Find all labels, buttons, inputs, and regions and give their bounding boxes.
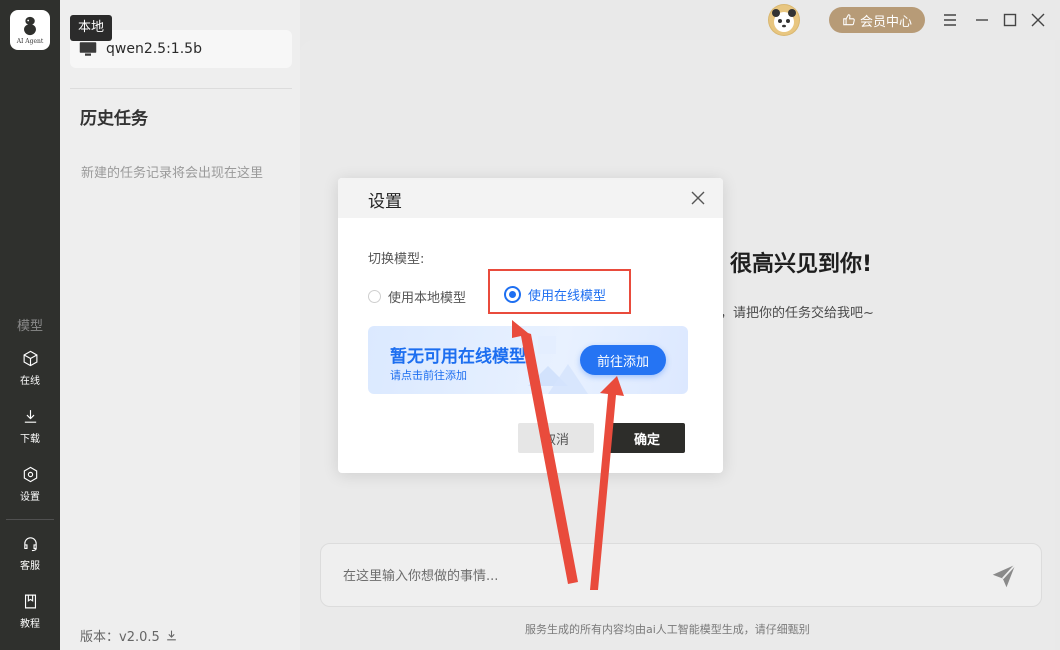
- local-tooltip: 本地: [70, 15, 113, 41]
- settings-dialog: 设置 切换模型: 使用本地模型 使用在线模型 暂无可用在线模型 请点击前往添加 …: [338, 178, 723, 473]
- send-icon[interactable]: [989, 561, 1019, 591]
- rail-item-label: 在线: [20, 375, 40, 387]
- app-logo: AI Agent: [10, 10, 50, 50]
- radio-local-model[interactable]: 使用本地模型: [368, 287, 466, 306]
- avatar[interactable]: [768, 4, 800, 36]
- hamburger-icon: [944, 14, 956, 26]
- rail-item-label: 教程: [20, 618, 40, 630]
- task-input-box: [320, 543, 1042, 607]
- rail-item-tutorial[interactable]: 教程: [0, 586, 60, 636]
- rail-item-support[interactable]: 客服: [0, 528, 60, 578]
- greeting-subtitle: 容，请把你的任务交给我吧~: [707, 306, 874, 321]
- minimize-icon: [976, 19, 988, 21]
- confirm-button[interactable]: 确定: [609, 423, 685, 453]
- dialog-header: 设置: [338, 178, 723, 218]
- minimize-button[interactable]: [972, 10, 992, 30]
- version-text: 版本：v2.0.5: [80, 630, 160, 645]
- task-input[interactable]: [341, 564, 945, 588]
- logo-text: AI Agent: [16, 38, 44, 45]
- close-icon: [1031, 13, 1045, 27]
- maximize-icon: [1003, 13, 1017, 27]
- cancel-button[interactable]: 取消: [518, 423, 594, 453]
- version-label[interactable]: 版本：v2.0.5: [80, 626, 178, 645]
- rail-item-settings[interactable]: 设置: [0, 459, 60, 509]
- radio-label: 使用本地模型: [388, 291, 467, 306]
- vip-center-button[interactable]: 会员中心: [829, 7, 925, 33]
- banner-subtitle: 请点击前往添加: [390, 369, 467, 382]
- monitor-icon: [79, 42, 97, 56]
- radio-button[interactable]: [368, 290, 381, 303]
- rail-item-label: 客服: [20, 560, 40, 572]
- rail-item-download[interactable]: 下载: [0, 401, 60, 451]
- book-icon: [24, 594, 36, 608]
- history-panel: qwen2.5:1.5b 历史任务 新建的任务记录将会出现在这里 版本：v2.0…: [60, 0, 300, 650]
- left-rail: AI Agent 模型 在线 下载 设置 客服 教程: [0, 0, 60, 650]
- rail-item-online[interactable]: 在线: [0, 343, 60, 393]
- history-empty-text: 新建的任务记录将会出现在这里: [81, 166, 264, 181]
- rail-item-label: 下载: [20, 433, 40, 445]
- close-icon[interactable]: [689, 189, 707, 207]
- rail-section-models: 模型: [16, 319, 43, 334]
- thumbs-up-icon: [843, 14, 855, 26]
- panel-divider: [70, 88, 292, 89]
- no-online-model-banner: 暂无可用在线模型 请点击前往添加 前往添加: [368, 326, 688, 394]
- dialog-title: 设置: [368, 192, 402, 212]
- model-name: qwen2.5:1.5b: [106, 41, 202, 57]
- banner-title: 暂无可用在线模型: [390, 347, 526, 367]
- menu-button[interactable]: [940, 10, 960, 30]
- switch-model-label: 切换模型:: [368, 252, 425, 267]
- gear-icon: [23, 466, 37, 482]
- go-add-button[interactable]: 前往添加: [580, 345, 666, 375]
- headset-icon: [23, 536, 37, 551]
- close-window-button[interactable]: [1028, 10, 1048, 30]
- greeting-title: 很高兴见到你!: [730, 252, 873, 277]
- download-icon: [166, 630, 176, 641]
- annotation-highlight-box: [488, 269, 631, 314]
- download-icon: [24, 409, 36, 423]
- cube-icon: [23, 350, 37, 366]
- banner-decoration-icon: [528, 336, 588, 394]
- maximize-button[interactable]: [1000, 10, 1020, 30]
- logo-mark-icon: [24, 16, 36, 36]
- rail-item-label: 设置: [20, 491, 40, 503]
- vip-label: 会员中心: [859, 14, 912, 30]
- history-title: 历史任务: [80, 109, 148, 129]
- rail-divider: [6, 519, 54, 520]
- disclaimer-text: 服务生成的所有内容均由ai人工智能模型生成，请仔细甄别: [525, 623, 810, 636]
- panda-avatar-icon: [769, 5, 799, 35]
